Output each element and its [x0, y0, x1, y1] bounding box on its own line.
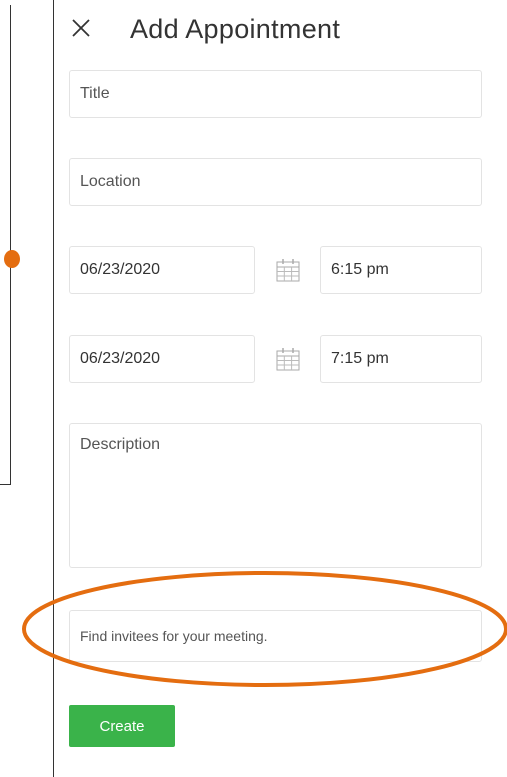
start-time-value: 6:15 pm [331, 261, 389, 278]
create-button-label: Create [99, 717, 145, 735]
screenshot: Add Appointment Title Location 06/23/202… [0, 0, 507, 777]
description-placeholder: Description [80, 436, 161, 453]
start-time-input[interactable]: 6:15 pm [320, 246, 482, 294]
location-input[interactable]: Location [69, 158, 482, 206]
dialog-header: Add Appointment [54, 10, 507, 50]
start-date-value: 06/23/2020 [80, 261, 161, 278]
invitees-placeholder: Find invitees for your meeting. [80, 628, 268, 644]
location-placeholder: Location [80, 173, 141, 190]
end-time-value: 7:15 pm [331, 350, 389, 367]
title-input[interactable]: Title [69, 70, 482, 118]
end-date-value: 06/23/2020 [80, 350, 161, 367]
dialog-title: Add Appointment [130, 14, 341, 44]
end-date-input[interactable]: 06/23/2020 [69, 335, 255, 383]
highlight-dot [4, 250, 20, 268]
background-panel [0, 5, 11, 485]
calendar-icon[interactable] [275, 257, 301, 283]
description-textarea[interactable]: Description [69, 423, 482, 568]
create-button[interactable]: Create [69, 705, 175, 747]
calendar-icon[interactable] [275, 346, 301, 372]
add-appointment-dialog: Add Appointment Title Location 06/23/202… [53, 0, 507, 777]
close-icon[interactable] [70, 17, 92, 39]
end-time-input[interactable]: 7:15 pm [320, 335, 482, 383]
title-placeholder: Title [80, 85, 110, 102]
start-date-input[interactable]: 06/23/2020 [69, 246, 255, 294]
invitees-search-input[interactable]: Find invitees for your meeting. [69, 610, 482, 662]
